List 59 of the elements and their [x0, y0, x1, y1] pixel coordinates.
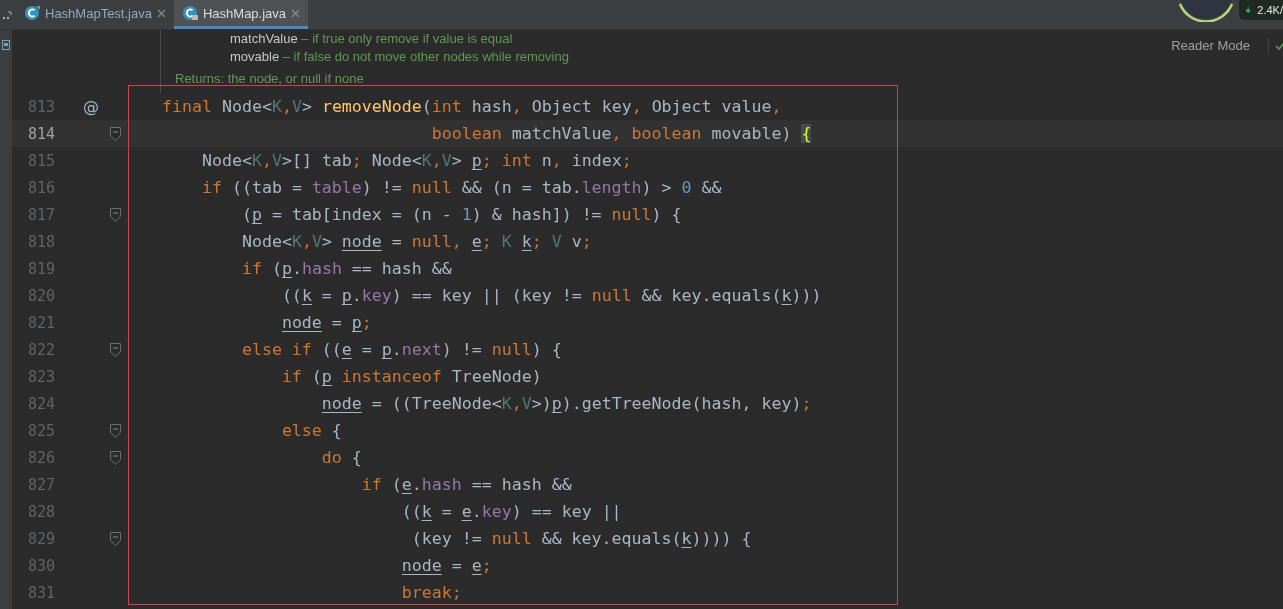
code-line: Node<K,V>[] tab; Node<K,V> p; int n, index;: [200, 151, 632, 170]
code-line: Node<K,V> node = null, e; K k; V v;: [240, 232, 592, 251]
fold-icon[interactable]: [109, 450, 121, 465]
code-line: else if ((e = p.next) != null) {: [240, 340, 562, 359]
line-number: 828: [26, 502, 55, 521]
line-number: 814: [26, 124, 55, 143]
code-line: break;: [400, 583, 462, 602]
code-line: else {: [280, 421, 342, 440]
line-number: 825: [26, 421, 55, 440]
line-number: 820: [26, 286, 55, 305]
code-line: do {: [320, 448, 362, 467]
editor-tab[interactable]: HashMap.java: [173, 0, 309, 29]
code-line: final Node<K,V> removeNode(int hash, Object key, Object value,: [162, 97, 782, 116]
line-number: 817: [26, 205, 55, 224]
line-number: 819: [26, 259, 55, 278]
line-number: 827: [26, 475, 55, 494]
code-line: if (p.hash == hash &&: [240, 259, 452, 278]
line-number: 830: [26, 556, 55, 575]
line-number: 824: [26, 394, 55, 413]
line-number: 818: [26, 232, 55, 251]
code-line: node = ((TreeNode<K,V>)p).getTreeNode(hash, key);: [320, 394, 812, 413]
code-line: boolean matchValue, boolean movable) {: [430, 124, 812, 143]
line-number: 813: [26, 97, 55, 116]
line-number: 829: [26, 529, 55, 548]
code-line: node = e;: [400, 556, 492, 575]
param-doc: matchValue – if true only remove if value is equal: [229, 30, 513, 48]
fold-icon[interactable]: [109, 207, 121, 222]
returns-doc: Returns: the node, or null if none: [174, 70, 364, 88]
code-line: ((k = e.key) == key ||: [400, 502, 622, 521]
code-line: ((k = p.key) == key || (key != null && key.equals(k))): [280, 286, 822, 305]
code-line: if (p instanceof TreeNode): [280, 367, 542, 386]
line-number: 823: [26, 367, 55, 386]
line-number: 831: [26, 583, 55, 602]
fold-icon[interactable]: [109, 342, 121, 357]
close-icon[interactable]: [291, 8, 301, 18]
code-line: if (e.hash == hash &&: [360, 475, 572, 494]
param-doc: movable – if false do not move other nodes while removing: [229, 48, 569, 66]
more-icon[interactable]: [2, 9, 12, 20]
line-number: 815: [26, 151, 55, 170]
line-number: 826: [26, 448, 55, 467]
line-number: 816: [26, 178, 55, 197]
class-icon: [181, 5, 198, 21]
close-icon[interactable]: [156, 8, 166, 18]
class-icon: [24, 5, 40, 21]
structure-icon[interactable]: [2, 40, 10, 50]
fold-icon[interactable]: [109, 531, 121, 546]
code-line: (p = tab[index = (n - 1) & hash]) != null) {: [240, 205, 682, 224]
gutter-marker[interactable]: @: [81, 97, 101, 116]
fold-icon[interactable]: [109, 423, 121, 438]
reader-mode-button[interactable]: Reader Mode: [1171, 38, 1250, 53]
network-speed: 2.4K/: [1257, 4, 1283, 16]
code-line: node = p;: [280, 313, 372, 332]
line-number: 822: [26, 340, 55, 359]
code-line: if ((tab = table) != null && (n = tab.length) > 0 &&: [200, 178, 722, 197]
download-icon: [1245, 5, 1252, 15]
code-line: (key != null && key.equals(k)))) {: [410, 529, 752, 548]
editor-tab[interactable]: HashMapTest.java: [16, 0, 174, 29]
fold-icon[interactable]: [109, 126, 121, 141]
line-number: 821: [26, 313, 55, 332]
